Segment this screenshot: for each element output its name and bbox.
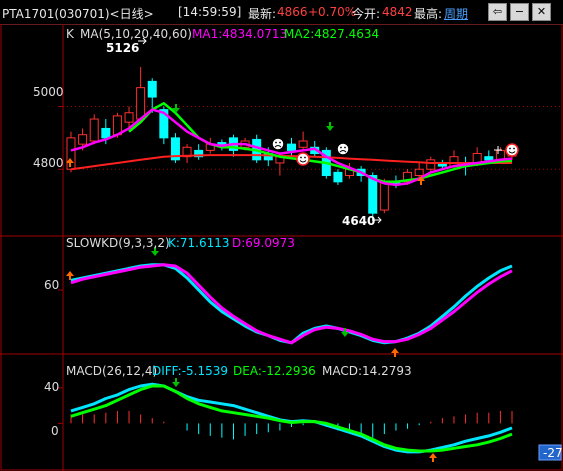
quote-header-bar: PTA1701(030701)<日线> [14:59:59] 最新: 4866 … — [0, 0, 563, 25]
buy-signal-icon — [429, 453, 437, 462]
kline-ytick-4800: 4800 — [33, 156, 64, 170]
k-line — [70, 263, 513, 345]
smile-face-icon-eye — [304, 156, 306, 159]
sad-face-icon — [271, 137, 285, 151]
high-price-label: 最高: — [414, 7, 443, 21]
diff-value-label: DIFF:-5.1539 — [152, 364, 228, 378]
change-percent-value: +0.70% — [308, 5, 357, 19]
macd-ytick-40: 40 — [44, 380, 59, 394]
open-price-value: 4842 — [382, 5, 413, 19]
candle-body — [136, 87, 146, 120]
latest-price-value: 4866 — [277, 5, 308, 19]
d-value-label: D:69.0973 — [232, 236, 295, 250]
kline-title: K — [66, 27, 75, 41]
latest-price-label: 最新: — [248, 7, 277, 21]
slowkd-title: SLOWKD(9,3,3,2) — [66, 236, 170, 250]
dea-value-label: DEA:-12.2936 — [233, 364, 316, 378]
candle-body — [78, 134, 88, 145]
ma2-line — [128, 102, 513, 184]
timestamp-label: [14:59:59] — [178, 5, 242, 19]
smile-face-icon-eye — [513, 147, 515, 150]
futures-chart-canvas[interactable]: K MA(5,10,20,40,60) MA1:4834.0713 MA2:48… — [0, 24, 563, 471]
dea-line — [70, 384, 513, 453]
ma-params-label: MA(5,10,20,40,60) — [80, 27, 192, 41]
smile-face-icon-eye — [509, 147, 511, 150]
candle-body — [147, 80, 157, 98]
low-annotation: 4640 — [342, 214, 375, 228]
open-price-label: 今开: — [352, 7, 381, 21]
candle-body — [484, 156, 494, 161]
close-button[interactable]: ✕ — [532, 3, 551, 21]
candle-body — [426, 159, 436, 170]
candle-body — [124, 112, 134, 123]
back-button[interactable]: ⇦ — [488, 3, 507, 21]
candle-body — [333, 171, 343, 183]
sad-face-icon-eye — [340, 146, 342, 149]
slowkd-ytick-60: 60 — [44, 278, 59, 292]
candle-body — [217, 142, 227, 145]
corner-value: -27 — [543, 446, 563, 460]
high-annotation: 5126 — [106, 41, 139, 55]
ma2-value-label: MA2:4827.4634 — [284, 27, 379, 41]
k-value-label: K:71.6113 — [168, 236, 230, 250]
macd-panel — [58, 378, 513, 462]
macd-ytick-0: 0 — [51, 424, 59, 438]
minimize-button[interactable]: − — [510, 3, 529, 21]
candle-body — [414, 168, 424, 177]
sell-signal-icon — [172, 378, 180, 387]
buy-signal-icon — [391, 348, 399, 357]
sad-face-icon-eye — [275, 141, 277, 144]
macd-title: MACD(26,12,4) — [66, 364, 157, 378]
d-line — [70, 263, 513, 345]
smile-face-icon-eye — [300, 156, 302, 159]
candle-body — [298, 140, 308, 148]
kline-panel — [58, 37, 561, 224]
symbol-label: PTA1701(030701)<日线> — [2, 7, 154, 21]
smile-face-icon — [296, 152, 310, 166]
slowkd-panel — [58, 247, 513, 357]
sad-face-icon-eye — [279, 141, 281, 144]
diff-line — [70, 382, 513, 454]
candle-body — [101, 127, 111, 139]
sad-face-icon-eye — [344, 146, 346, 149]
smile-face-icon — [505, 143, 519, 157]
ma1-value-label: MA1:4834.0713 — [192, 27, 287, 41]
macd-value-label: MACD:14.2793 — [322, 364, 412, 378]
kline-ytick-5000: 5000 — [33, 85, 64, 99]
candle-body — [287, 143, 296, 151]
sell-signal-icon — [326, 122, 334, 131]
candle-body — [379, 181, 389, 211]
period-link[interactable]: 周期 — [444, 5, 468, 22]
sad-face-icon — [336, 142, 350, 156]
candle-body — [89, 118, 99, 142]
